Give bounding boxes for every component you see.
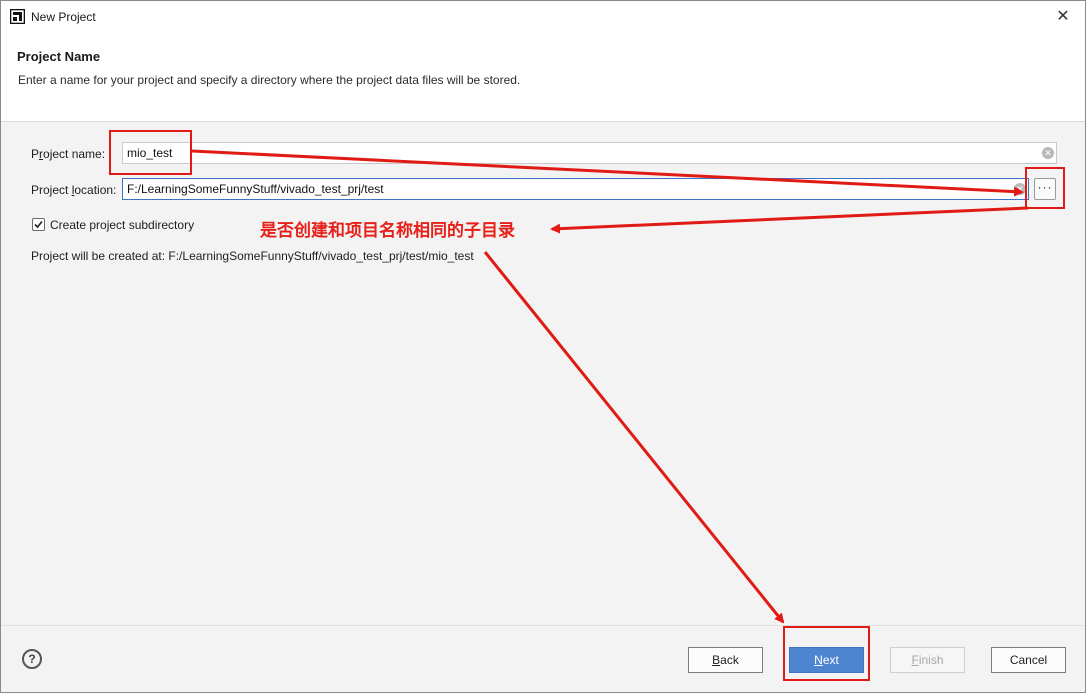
help-icon[interactable]: ? <box>22 649 42 669</box>
page-description: Enter a name for your project and specif… <box>18 73 521 87</box>
project-location-label: Project location: <box>31 183 117 197</box>
close-icon[interactable]: ✕ <box>1049 4 1077 30</box>
project-name-label: Project name: <box>31 147 106 161</box>
checkmark-icon <box>34 220 43 229</box>
annotation-box-browse <box>1025 167 1065 209</box>
vivado-logo-icon <box>10 9 25 24</box>
title-bar: New Project ✕ <box>1 1 1085 32</box>
created-at-label: Project will be created at: F:/LearningS… <box>31 249 474 263</box>
page-title: Project Name <box>17 49 101 64</box>
dialog-footer: ? Back Next Finish Cancel <box>1 625 1085 692</box>
new-project-dialog: New Project ✕ Project Name Enter a name … <box>0 0 1086 693</box>
finish-button: Finish <box>890 647 965 673</box>
subdirectory-label[interactable]: Create project subdirectory <box>50 218 194 232</box>
project-location-input[interactable]: F:/LearningSomeFunnyStuff/vivado_test_pr… <box>122 178 1029 200</box>
annotation-box-name <box>109 130 192 175</box>
project-location-value: F:/LearningSomeFunnyStuff/vivado_test_pr… <box>127 182 384 196</box>
clear-name-icon[interactable]: ✕ <box>1042 147 1054 159</box>
form-area: Project name: mio_test ✕ Project locatio… <box>1 122 1085 625</box>
project-name-input[interactable]: mio_test <box>122 142 1057 164</box>
subdirectory-checkbox[interactable] <box>32 218 45 231</box>
cancel-button[interactable]: Cancel <box>991 647 1066 673</box>
back-button[interactable]: Back <box>688 647 763 673</box>
annotation-box-next <box>783 626 870 681</box>
page-header: Project Name Enter a name for your proje… <box>1 32 1085 122</box>
annotation-text: 是否创建和项目名称相同的子目录 <box>260 221 515 241</box>
window-title: New Project <box>31 10 96 24</box>
